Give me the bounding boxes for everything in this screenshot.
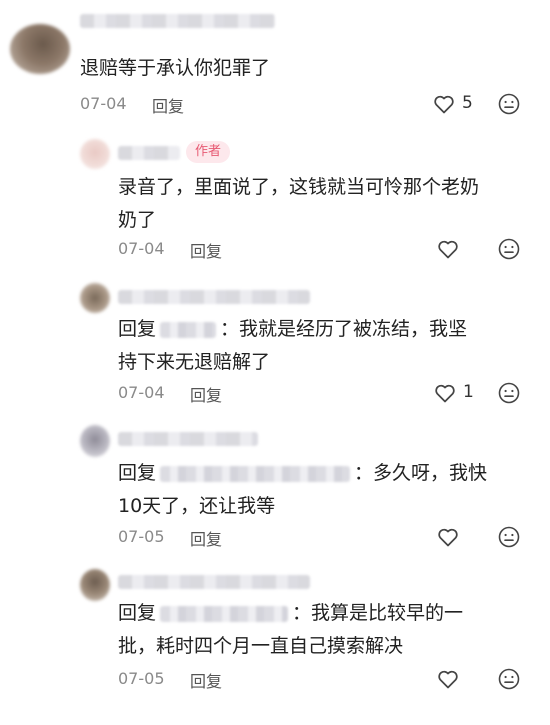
like-button[interactable] — [436, 667, 466, 693]
heart-outline-icon — [438, 670, 458, 689]
comment-text-line: 持下来无退赔解了 — [118, 351, 271, 373]
reply-prefix: 回复 — [118, 318, 157, 340]
comment-item: 作者 录音了，里面说了，这钱就当可怜那个老奶 奶了 07-04 回复 — [0, 125, 550, 273]
comment-item: 回复 ：我算是比较早的一 批，耗时四个月一直自己摸索解决 07-05 回复 — [0, 559, 550, 725]
reply-prefix: 回复 — [118, 602, 157, 624]
username-blurred[interactable] — [118, 575, 310, 589]
meh-face-icon[interactable] — [497, 525, 521, 549]
avatar[interactable] — [80, 425, 110, 457]
comment-date: 07-04 — [118, 383, 165, 402]
mention-blurred[interactable] — [160, 321, 217, 338]
comment-item: 回复 ：多久呀，我快 10天了，还让我等 07-05 回复 — [0, 413, 550, 559]
username-blurred[interactable] — [80, 14, 275, 28]
comment-date: 07-04 — [118, 239, 165, 258]
comment-text-line: 回复 ：我就是经历了被冻结，我坚 — [118, 313, 467, 346]
avatar[interactable] — [80, 139, 110, 169]
comment-text-line: 10天了，还让我等 — [118, 495, 276, 517]
like-button[interactable]: 1 — [433, 381, 483, 407]
comment-text-line: 录音了，里面说了，这钱就当可怜那个老奶 — [118, 176, 480, 198]
comment-item: 退赔等于承认你犯罪了 07-04 回复 5 — [0, 0, 550, 125]
author-badge: 作者 — [186, 141, 231, 163]
username-blurred[interactable] — [118, 290, 310, 304]
avatar[interactable] — [80, 283, 110, 313]
mention-blurred[interactable] — [160, 605, 289, 622]
comment-text: 回复 ：我算是比较早的一 批，耗时四个月一直自己摸索解决 — [118, 597, 463, 663]
comment-text: 回复 ：我就是经历了被冻结，我坚 持下来无退赔解了 — [118, 313, 467, 379]
comment-text: 录音了，里面说了，这钱就当可怜那个老奶 奶了 — [118, 171, 479, 237]
mention-blurred[interactable] — [160, 465, 351, 482]
comment-text-line: 回复 ：多久呀，我快 — [118, 457, 487, 490]
comment-text-part: ：多久呀，我快 — [354, 462, 488, 484]
reply-prefix: 回复 — [118, 462, 157, 484]
heart-outline-icon — [438, 240, 458, 259]
like-button[interactable] — [436, 237, 466, 263]
comment-text-line: 奶了 — [118, 209, 157, 231]
comment-text-line: 回复 ：我算是比较早的一 — [118, 597, 463, 630]
reply-button[interactable]: 回复 — [152, 93, 184, 117]
comment-item: 回复 ：我就是经历了被冻结，我坚 持下来无退赔解了 07-04 回复 1 — [0, 273, 550, 413]
reply-button[interactable]: 回复 — [190, 526, 222, 550]
meh-face-icon[interactable] — [497, 92, 521, 116]
comment-text: 退赔等于承认你犯罪了 — [80, 57, 271, 79]
heart-outline-icon — [434, 95, 454, 114]
comment-date: 07-05 — [118, 669, 165, 688]
meh-face-icon[interactable] — [497, 667, 521, 691]
like-count: 5 — [462, 93, 473, 113]
comment-text-line: 批，耗时四个月一直自己摸索解决 — [118, 635, 404, 657]
reply-button[interactable]: 回复 — [190, 668, 222, 692]
meh-face-icon[interactable] — [497, 237, 521, 261]
like-button[interactable] — [436, 525, 466, 551]
like-count: 1 — [463, 382, 474, 402]
username-blurred[interactable] — [118, 432, 258, 446]
comment-text: 回复 ：多久呀，我快 10天了，还让我等 — [118, 457, 487, 523]
reply-button[interactable]: 回复 — [190, 382, 222, 406]
comment-text-part: ：我算是比较早的一 — [292, 602, 464, 624]
reply-button[interactable]: 回复 — [190, 238, 222, 262]
comment-date: 07-04 — [80, 94, 127, 113]
meh-face-icon[interactable] — [497, 381, 521, 405]
comment-text-part: ：我就是经历了被冻结，我坚 — [220, 318, 468, 340]
heart-outline-icon — [435, 384, 455, 403]
comment-date: 07-05 — [118, 527, 165, 546]
avatar[interactable] — [80, 569, 110, 601]
avatar[interactable] — [10, 24, 70, 74]
username-blurred[interactable] — [118, 146, 180, 160]
like-button[interactable]: 5 — [432, 92, 482, 118]
heart-outline-icon — [438, 528, 458, 547]
